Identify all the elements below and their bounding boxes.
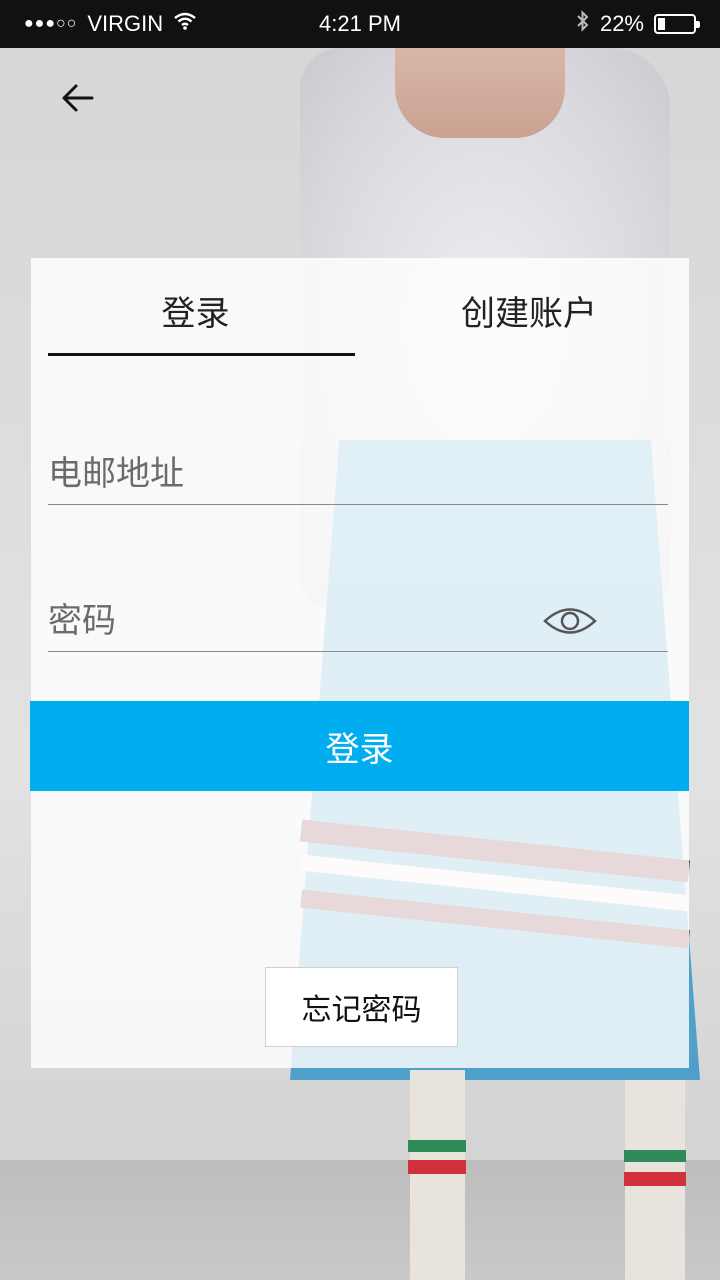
active-tab-indicator — [48, 353, 355, 356]
email-field — [48, 444, 668, 505]
battery-percent: 22% — [599, 11, 644, 36]
eye-icon — [543, 608, 597, 634]
status-bar: ●●●○○ VIRGIN 4:21 PM 22% — [0, 0, 720, 48]
login-submit-button[interactable]: 登录 — [30, 701, 689, 791]
status-left: ●●●○○ VIRGIN — [24, 11, 197, 37]
bluetooth-icon — [576, 10, 590, 38]
signal-strength-icon: ●●●○○ — [24, 15, 78, 32]
model-neck — [395, 48, 565, 138]
back-button[interactable] — [52, 74, 104, 122]
show-password-button[interactable] — [542, 601, 598, 641]
tab-login[interactable]: 登录 — [31, 258, 360, 358]
auth-tabs: 登录 创建账户 — [31, 258, 689, 358]
battery-level — [658, 18, 665, 30]
model-leg — [410, 1070, 465, 1280]
carrier-name: VIRGIN — [87, 11, 164, 36]
email-input[interactable] — [48, 444, 668, 504]
sock-stripe — [408, 1160, 466, 1174]
sock-stripe — [624, 1150, 686, 1162]
sock-stripe — [624, 1172, 686, 1186]
battery-icon — [654, 14, 700, 34]
password-field — [48, 591, 668, 652]
floor — [0, 1160, 720, 1280]
tab-create-account[interactable]: 创建账户 — [360, 258, 689, 358]
arrow-left-icon — [62, 84, 94, 112]
status-right: 22% — [576, 10, 700, 38]
login-card: 登录 创建账户 登录 忘记密码 — [30, 258, 689, 1068]
sock-stripe — [408, 1140, 466, 1152]
forgot-password-button[interactable]: 忘记密码 — [265, 967, 458, 1047]
wifi-icon — [173, 11, 197, 37]
